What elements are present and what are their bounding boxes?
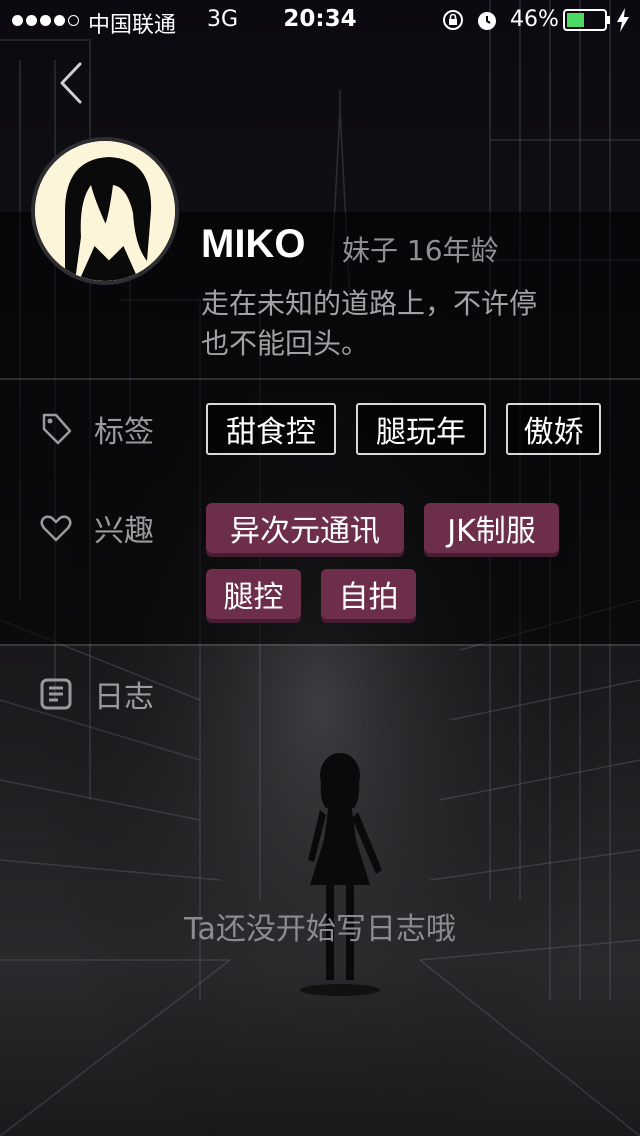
chevron-left-icon (60, 62, 82, 104)
back-button[interactable] (52, 58, 92, 108)
bio-line: 也不能回头。 (201, 327, 370, 360)
interests-section-label: 兴趣 (38, 506, 154, 550)
avatar-image (35, 141, 175, 281)
tag-icon (42, 413, 72, 445)
document-icon (40, 678, 72, 710)
avatar[interactable] (31, 137, 179, 285)
tag-chip[interactable]: 甜食控 (206, 403, 336, 455)
tag-chip[interactable]: 腿玩年 (356, 403, 486, 455)
tags-label: 标签 (94, 415, 154, 450)
diary-label: 日志 (94, 680, 154, 715)
interests-label: 兴趣 (94, 514, 154, 549)
user-gender-age: 妹子 16年龄 (342, 234, 499, 267)
battery-icon (563, 9, 610, 31)
profile-screen: 中国联通 3G 20:34 46% MIKO 妹子 16年龄 走在未知的道路上，… (0, 0, 640, 1136)
diary-section-label: 日志 (38, 672, 154, 716)
bio-line: 走在未知的道路上，不许停 (201, 287, 538, 320)
alarm-icon (478, 12, 496, 30)
tags-section-label: 标签 (38, 407, 154, 451)
empty-diary-message: Ta还没开始写日志哦 (184, 912, 456, 947)
interest-chip[interactable]: 腿控 (206, 569, 301, 619)
battery-percent: 46% (510, 7, 559, 32)
user-bio: 走在未知的道路上，不许停 也不能回头。 (201, 284, 621, 364)
interest-chip[interactable]: 自拍 (321, 569, 416, 619)
interest-chip[interactable]: JK制服 (424, 503, 559, 553)
divider (0, 378, 640, 380)
status-bar: 中国联通 3G 20:34 46% (0, 0, 640, 40)
interest-chip[interactable]: 异次元通讯 (206, 503, 404, 553)
charging-icon (617, 8, 629, 32)
divider (0, 644, 640, 646)
username: MIKO (201, 222, 306, 266)
heart-icon (40, 515, 72, 542)
tag-chip[interactable]: 傲娇 (506, 403, 601, 455)
rotation-lock-icon (443, 10, 463, 30)
